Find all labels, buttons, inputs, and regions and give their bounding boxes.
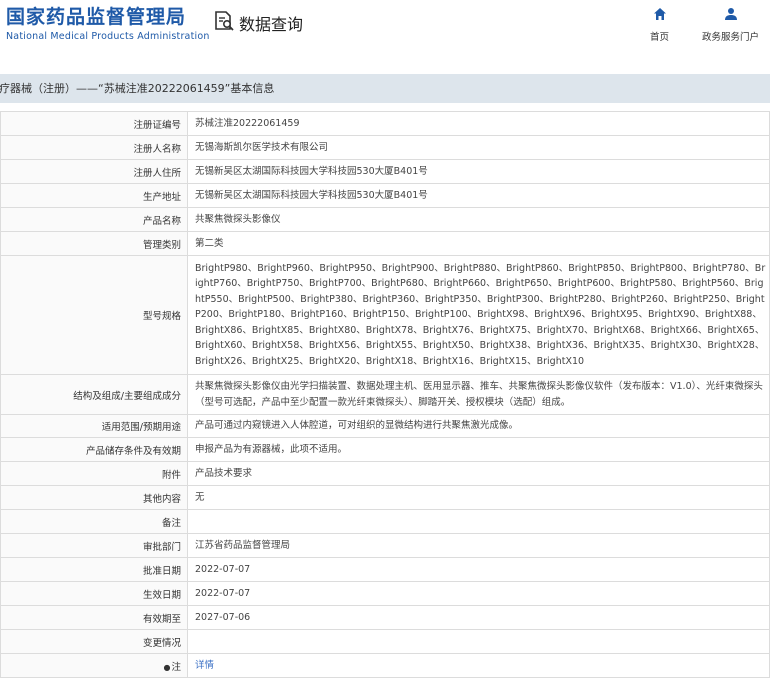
field-value: 无锡海斯凯尔医学技术有限公司 [187, 135, 770, 160]
table-row: 生产地址 无锡新吴区太湖国际科技园大学科技园530大厦B401号 [0, 183, 770, 208]
field-value: 2027-07-06 [187, 605, 770, 630]
field-label: 批准日期 [0, 557, 188, 582]
logo-chinese: 国家药品监督管理局 [6, 6, 187, 28]
details-link[interactable]: 详情 [195, 660, 214, 671]
user-icon [724, 6, 738, 25]
table-row: 结构及组成/主要组成成分 共聚焦微探头影像仪由光学扫描装置、数据处理主机、医用显… [0, 374, 770, 415]
data-query-heading: 数据查询 [213, 10, 303, 36]
field-label: 产品名称 [0, 207, 188, 232]
search-document-icon [213, 10, 235, 36]
logo-english: National Medical Products Administration [6, 31, 210, 42]
field-value: 申报产品为有源器械，此项不适用。 [187, 437, 770, 462]
field-value: 无 [187, 485, 770, 510]
table-row: 变更情况 [0, 629, 770, 654]
field-label: 适用范围/预期用途 [0, 414, 188, 438]
field-label: 注册证编号 [0, 111, 188, 136]
home-icon [653, 6, 667, 25]
nav-service-portal[interactable]: 政务服务门户 [702, 6, 759, 43]
field-value [187, 629, 770, 654]
field-label: 有效期至 [0, 605, 188, 630]
field-value: 产品可通过内窥镜进入人体腔道，可对组织的显微结构进行共聚焦激光成像。 [187, 414, 770, 438]
field-label: 注册人住所 [0, 159, 188, 184]
note-label-cell: ●注 [0, 653, 188, 678]
table-row: 管理类别 第二类 [0, 231, 770, 256]
field-value: 第二类 [187, 231, 770, 256]
table-row: 产品储存条件及有效期 申报产品为有源器械，此项不适用。 [0, 437, 770, 462]
field-label: 注册人名称 [0, 135, 188, 160]
field-value: 2022-07-07 [187, 557, 770, 582]
field-value: 共聚焦微探头影像仪由光学扫描装置、数据处理主机、医用显示器、推车、共聚焦微探头影… [187, 374, 770, 415]
page-title: 医疗器械（注册）——“苏械注准20222061459”基本信息 [0, 82, 275, 95]
field-label: 附件 [0, 461, 188, 486]
field-label: 产品储存条件及有效期 [0, 437, 188, 462]
field-value: 苏械注准20222061459 [187, 111, 770, 136]
field-value: 2022-07-07 [187, 581, 770, 606]
table-row: ●注 详情 [0, 653, 770, 678]
table-row: 附件 产品技术要求 [0, 461, 770, 486]
field-label: 型号规格 [0, 255, 188, 375]
field-label: 生产地址 [0, 183, 188, 208]
table-row: 适用范围/预期用途 产品可通过内窥镜进入人体腔道，可对组织的显微结构进行共聚焦激… [0, 414, 770, 438]
table-row: 生效日期 2022-07-07 [0, 581, 770, 606]
field-label: 管理类别 [0, 231, 188, 256]
field-value: 江苏省药品监督管理局 [187, 533, 770, 558]
site-header: 国家药品监督管理局 National Medical Products Admi… [0, 0, 770, 60]
field-label: 备注 [0, 509, 188, 534]
nav-home-label: 首页 [650, 32, 670, 43]
field-label: 审批部门 [0, 533, 188, 558]
table-row: 注册人名称 无锡海斯凯尔医学技术有限公司 [0, 135, 770, 160]
note-label: 注 [171, 661, 181, 673]
site-logo[interactable]: 国家药品监督管理局 National Medical Products Admi… [6, 5, 210, 42]
table-row: 批准日期 2022-07-07 [0, 557, 770, 582]
table-row: 备注 [0, 509, 770, 534]
nav-home[interactable]: 首页 [650, 6, 669, 43]
table-row: 其他内容 无 [0, 485, 770, 510]
table-row: 型号规格 BrightP980、BrightP960、BrightP950、Br… [0, 255, 770, 375]
nav-service-portal-label: 政务服务门户 [702, 32, 760, 43]
field-value: 共聚焦微探头影像仪 [187, 207, 770, 232]
note-pin-icon: ● [163, 662, 171, 672]
table-row: 注册人住所 无锡新吴区太湖国际科技园大学科技园530大厦B401号 [0, 159, 770, 184]
note-value-cell: 详情 [187, 653, 770, 678]
table-row: 注册证编号 苏械注准20222061459 [0, 111, 770, 136]
table-row: 有效期至 2027-07-06 [0, 605, 770, 630]
page-title-bar: 医疗器械（注册）——“苏械注准20222061459”基本信息 [0, 74, 770, 103]
field-label: 结构及组成/主要组成成分 [0, 374, 188, 415]
table-row: 产品名称 共聚焦微探头影像仪 [0, 207, 770, 232]
data-query-title: 数据查询 [239, 15, 304, 34]
field-value: 产品技术要求 [187, 461, 770, 486]
detail-table: 注册证编号 苏械注准20222061459 注册人名称 无锡海斯凯尔医学技术有限… [0, 111, 770, 678]
field-value [187, 509, 770, 534]
field-value: 无锡新吴区太湖国际科技园大学科技园530大厦B401号 [187, 183, 770, 208]
field-label: 变更情况 [0, 629, 188, 654]
field-value: BrightP980、BrightP960、BrightP950、BrightP… [187, 255, 770, 375]
field-label: 生效日期 [0, 581, 188, 606]
field-value: 无锡新吴区太湖国际科技园大学科技园530大厦B401号 [187, 159, 770, 184]
field-label: 其他内容 [0, 485, 188, 510]
table-row: 审批部门 江苏省药品监督管理局 [0, 533, 770, 558]
